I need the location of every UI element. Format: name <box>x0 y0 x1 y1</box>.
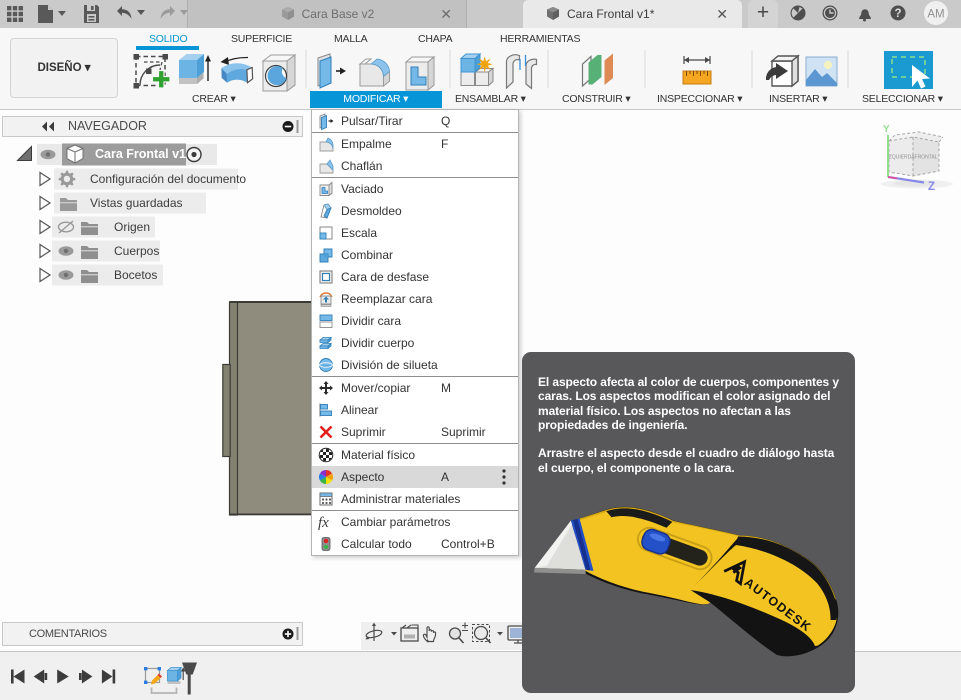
svg-text:Z: Z <box>928 181 935 193</box>
svg-text:Y: Y <box>883 124 890 135</box>
svg-text:AM: AM <box>927 9 944 21</box>
svg-text:IZQUIERDA: IZQUIERDA <box>887 155 915 161</box>
svg-text:fx: fx <box>318 515 329 531</box>
svg-text:?: ? <box>894 8 901 20</box>
svg-text:FRONTAL: FRONTAL <box>915 155 938 161</box>
